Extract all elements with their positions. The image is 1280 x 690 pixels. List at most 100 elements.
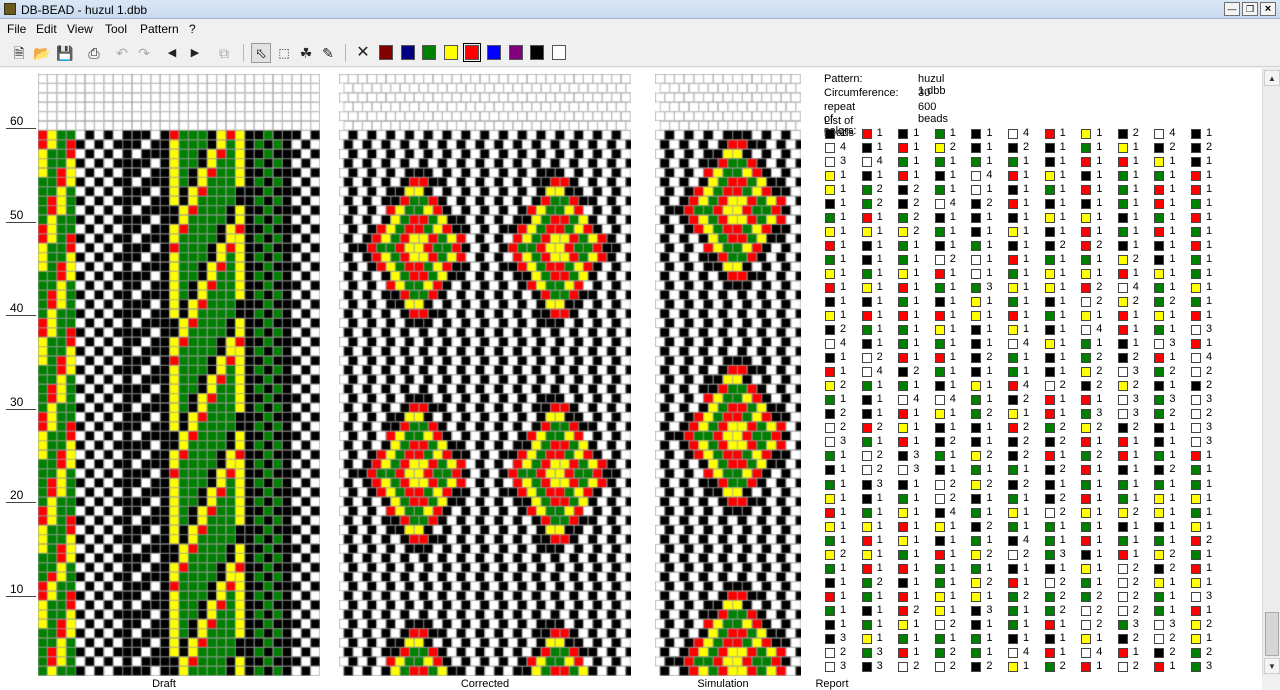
bead-count: 1 bbox=[1132, 155, 1139, 168]
draft-grid[interactable] bbox=[38, 74, 320, 676]
bead-count: 1 bbox=[1096, 575, 1103, 588]
color-swatch[interactable] bbox=[463, 43, 482, 62]
bead-swatch bbox=[1008, 381, 1018, 392]
scrollbar-thumb[interactable] bbox=[1265, 612, 1279, 656]
bead-swatch bbox=[1081, 535, 1092, 546]
pointer-icon[interactable]: ⬁ bbox=[251, 43, 271, 63]
color-swatch[interactable] bbox=[443, 45, 458, 60]
bead-count: 1 bbox=[913, 505, 920, 518]
restore-button[interactable]: ❐ bbox=[1242, 2, 1258, 16]
bead-swatch bbox=[861, 213, 872, 224]
bead-swatch bbox=[825, 423, 835, 434]
fill-bucket-icon[interactable]: ☘ bbox=[296, 43, 316, 63]
undo-icon[interactable]: ↶ bbox=[112, 43, 132, 63]
bead-count: 1 bbox=[949, 575, 956, 588]
close-button[interactable]: × bbox=[1260, 2, 1276, 16]
bead-count: 2 bbox=[1059, 239, 1066, 252]
bead-count: 1 bbox=[840, 463, 847, 476]
bead-swatch bbox=[934, 269, 945, 280]
bead-swatch bbox=[898, 437, 909, 448]
scroll-down-icon[interactable]: ▼ bbox=[1264, 658, 1280, 674]
bead-count: 1 bbox=[986, 183, 993, 196]
bead-count: 3 bbox=[1169, 617, 1176, 630]
bead-count: 3 bbox=[1132, 407, 1139, 420]
bead-swatch bbox=[1081, 633, 1092, 644]
bead-count: 1 bbox=[1206, 631, 1213, 644]
bead-count: 1 bbox=[840, 533, 847, 546]
bead-swatch bbox=[1154, 129, 1165, 139]
bead-count: 1 bbox=[913, 309, 920, 322]
color-swatch[interactable] bbox=[551, 45, 566, 60]
print-icon[interactable]: ⎙ bbox=[84, 43, 104, 63]
bead-count: 2 bbox=[1169, 407, 1176, 420]
bead-swatch bbox=[898, 395, 909, 406]
color-swatch[interactable] bbox=[508, 45, 523, 60]
new-file-icon[interactable]: 🗎 bbox=[9, 43, 29, 63]
bead-swatch bbox=[1191, 605, 1201, 616]
color-picker-icon[interactable]: ✎ bbox=[318, 43, 338, 63]
open-folder-icon[interactable]: 📂 bbox=[32, 43, 52, 63]
color-swatch[interactable] bbox=[400, 45, 415, 60]
bead-count: 4 bbox=[986, 169, 993, 182]
bead-count: 1 bbox=[1132, 645, 1139, 658]
scroll-up-icon[interactable]: ▲ bbox=[1264, 70, 1280, 86]
menu-tool[interactable]: Tool bbox=[105, 22, 127, 36]
bead-count: 1 bbox=[1096, 519, 1103, 532]
bead-swatch bbox=[934, 451, 945, 462]
bead-swatch bbox=[898, 381, 909, 392]
bead-swatch bbox=[1191, 619, 1201, 630]
color-swatch[interactable] bbox=[422, 45, 437, 60]
select-rectangle-icon[interactable]: ⬚ bbox=[274, 43, 294, 63]
color-swatch[interactable] bbox=[530, 45, 545, 60]
delete-x-icon[interactable]: ✕ bbox=[353, 43, 373, 63]
color-swatch[interactable] bbox=[487, 45, 501, 60]
bead-swatch bbox=[1081, 479, 1092, 490]
arrow-left-icon[interactable]: ◀ bbox=[162, 43, 182, 63]
bead-count: 1 bbox=[1059, 309, 1066, 322]
bead-swatch bbox=[934, 339, 945, 350]
bead-swatch bbox=[898, 647, 909, 658]
bead-count: 1 bbox=[1059, 533, 1066, 546]
bead-swatch bbox=[861, 227, 872, 238]
bead-count: 2 bbox=[1132, 253, 1139, 266]
bead-swatch bbox=[1154, 549, 1165, 560]
copy-icon[interactable]: ⧉ bbox=[214, 43, 234, 63]
redo-icon[interactable]: ↷ bbox=[134, 43, 154, 63]
vertical-scrollbar[interactable]: ▲ ▼ bbox=[1262, 68, 1280, 676]
bead-count: 1 bbox=[949, 547, 956, 560]
bead-swatch bbox=[1081, 465, 1092, 476]
circumference-value: 30 bbox=[918, 87, 931, 99]
bead-count: 1 bbox=[1132, 211, 1139, 224]
menu-help[interactable]: ? bbox=[189, 22, 196, 36]
bead-swatch bbox=[1008, 563, 1018, 574]
bead-count: 1 bbox=[986, 323, 993, 336]
color-swatch[interactable] bbox=[379, 45, 393, 60]
bead-swatch bbox=[898, 171, 909, 182]
bead-count: 3 bbox=[840, 435, 847, 448]
bead-swatch bbox=[1008, 199, 1018, 210]
bead-swatch bbox=[898, 185, 909, 196]
bead-swatch bbox=[934, 241, 945, 252]
menu-pattern[interactable]: Pattern bbox=[140, 22, 179, 36]
arrow-right-icon[interactable]: ▶ bbox=[185, 43, 205, 63]
bead-swatch bbox=[971, 549, 982, 560]
menu-file[interactable]: File bbox=[7, 22, 26, 36]
menu-edit[interactable]: Edit bbox=[36, 22, 57, 36]
bead-count: 1 bbox=[1059, 645, 1066, 658]
bead-swatch bbox=[1191, 535, 1201, 546]
bead-count: 2 bbox=[986, 407, 993, 420]
bead-count: 2 bbox=[1059, 575, 1066, 588]
corrected-grid[interactable] bbox=[339, 74, 631, 676]
save-disk-icon[interactable]: 💾 bbox=[55, 43, 75, 63]
simulation-grid[interactable] bbox=[655, 74, 801, 676]
menu-view[interactable]: View bbox=[67, 22, 93, 36]
minimize-button[interactable]: — bbox=[1224, 2, 1240, 16]
bead-swatch bbox=[861, 297, 872, 308]
bead-count: 1 bbox=[949, 127, 956, 139]
bead-count: 1 bbox=[1059, 155, 1066, 168]
bead-swatch bbox=[1044, 129, 1055, 139]
bead-swatch bbox=[971, 479, 982, 490]
bead-count: 1 bbox=[840, 589, 847, 602]
bead-swatch bbox=[1008, 129, 1018, 139]
bead-count: 2 bbox=[1059, 421, 1066, 434]
